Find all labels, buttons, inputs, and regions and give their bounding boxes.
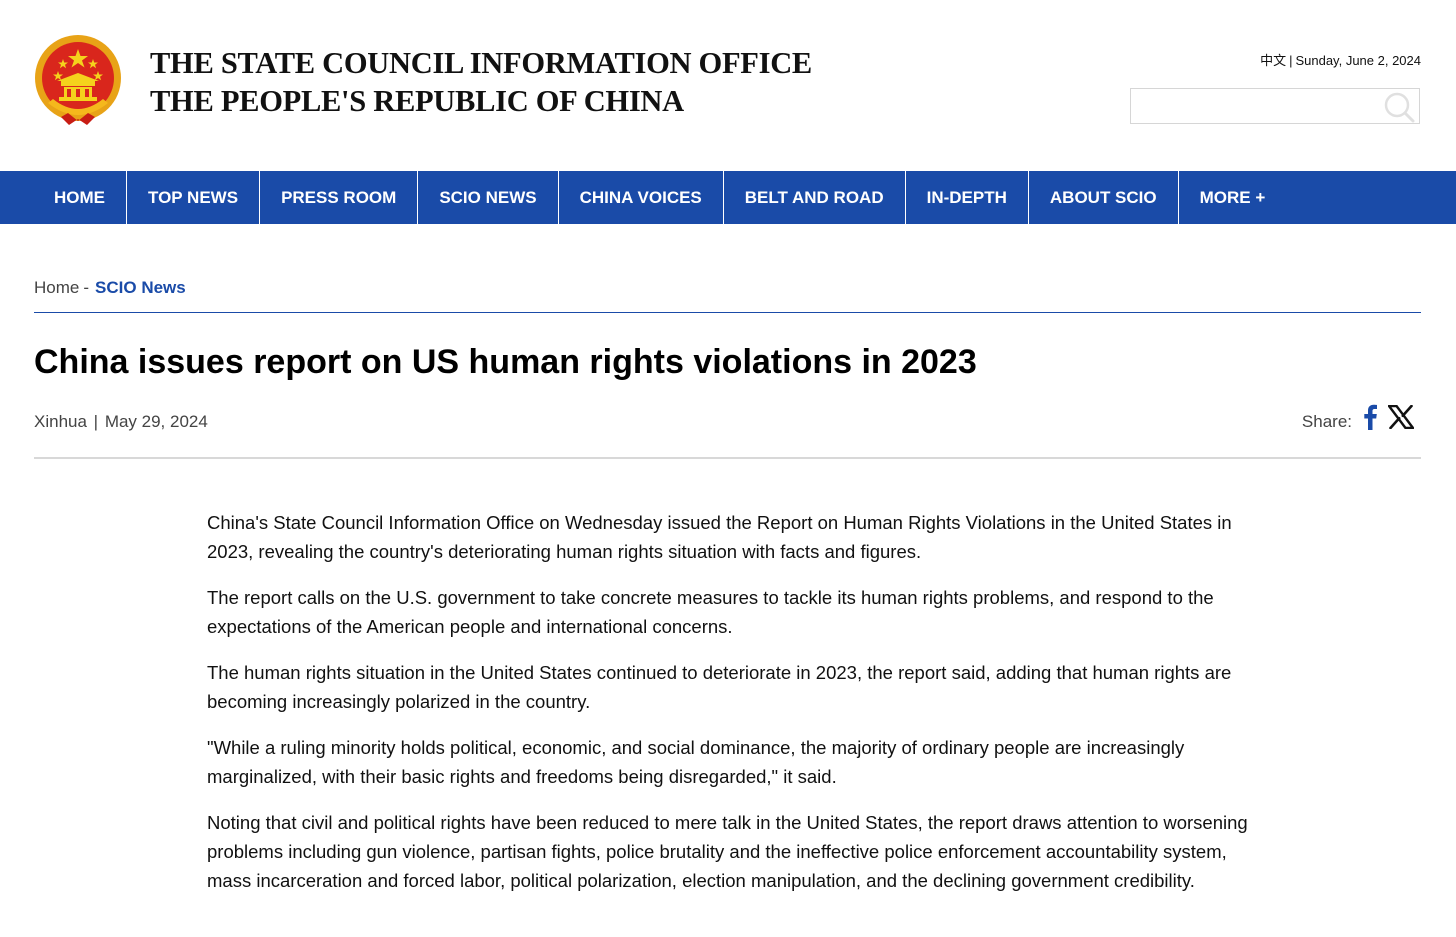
breadcrumb: Home - SCIO News xyxy=(34,278,186,298)
breadcrumb-current[interactable]: SCIO News xyxy=(95,278,186,297)
article-body: China's State Council Information Office… xyxy=(207,508,1257,912)
site-header: THE STATE COUNCIL INFORMATION OFFICE THE… xyxy=(0,0,1456,171)
site-title-line1: THE STATE COUNCIL INFORMATION OFFICE xyxy=(150,46,812,80)
article-header-divider xyxy=(34,457,1421,459)
article-paragraph: "While a ruling minority holds political… xyxy=(207,737,1185,787)
article-paragraph: The report calls on the U.S. government … xyxy=(207,587,1214,637)
meta-separator: | xyxy=(88,412,103,431)
search-icon[interactable] xyxy=(1381,90,1417,124)
current-date: Sunday, June 2, 2024 xyxy=(1295,53,1421,68)
nav-about-scio[interactable]: ABOUT SCIO xyxy=(1029,171,1179,224)
nav-top-news[interactable]: TOP NEWS xyxy=(127,171,261,224)
search-box xyxy=(1130,88,1420,124)
article-headline: China issues report on US human rights v… xyxy=(34,343,977,381)
share-label: Share: xyxy=(1301,412,1352,431)
breadcrumb-divider xyxy=(34,312,1421,313)
site-title-line2: THE PEOPLE'S REPUBLIC OF CHINA xyxy=(150,84,684,118)
x-twitter-icon[interactable] xyxy=(1388,405,1414,429)
main-nav: HOME TOP NEWS PRESS ROOM SCIO NEWS CHINA… xyxy=(0,171,1456,224)
article-paragraph: Noting that civil and political rights h… xyxy=(207,812,1248,891)
nav-press-room[interactable]: PRESS ROOM xyxy=(260,171,419,224)
share-bar: Share: xyxy=(1302,402,1414,432)
breadcrumb-home[interactable]: Home xyxy=(34,278,79,297)
article-paragraph: The human rights situation in the United… xyxy=(207,662,1232,712)
nav-home[interactable]: HOME xyxy=(33,171,127,224)
article-meta: Xinhua | May 29, 2024 xyxy=(34,412,208,432)
language-link[interactable]: 中文 xyxy=(1260,53,1286,68)
national-emblem-icon[interactable] xyxy=(33,33,123,127)
search-input[interactable] xyxy=(1135,90,1379,124)
article-paragraph: China's State Council Information Office… xyxy=(207,512,1232,562)
article-date: May 29, 2024 xyxy=(104,412,208,431)
breadcrumb-separator: - xyxy=(83,278,90,297)
top-utility-bar: 中文 | Sunday, June 2, 2024 xyxy=(1260,50,1421,69)
nav-more[interactable]: MORE + xyxy=(1179,171,1287,224)
article-source: Xinhua xyxy=(34,412,87,431)
nav-scio-news[interactable]: SCIO NEWS xyxy=(418,171,559,224)
nav-belt-and-road[interactable]: BELT AND ROAD xyxy=(724,171,906,224)
facebook-icon[interactable] xyxy=(1362,404,1378,430)
nav-china-voices[interactable]: CHINA VOICES xyxy=(559,171,724,224)
nav-in-depth[interactable]: IN-DEPTH xyxy=(906,171,1029,224)
site-title[interactable]: THE STATE COUNCIL INFORMATION OFFICE THE… xyxy=(150,44,812,120)
